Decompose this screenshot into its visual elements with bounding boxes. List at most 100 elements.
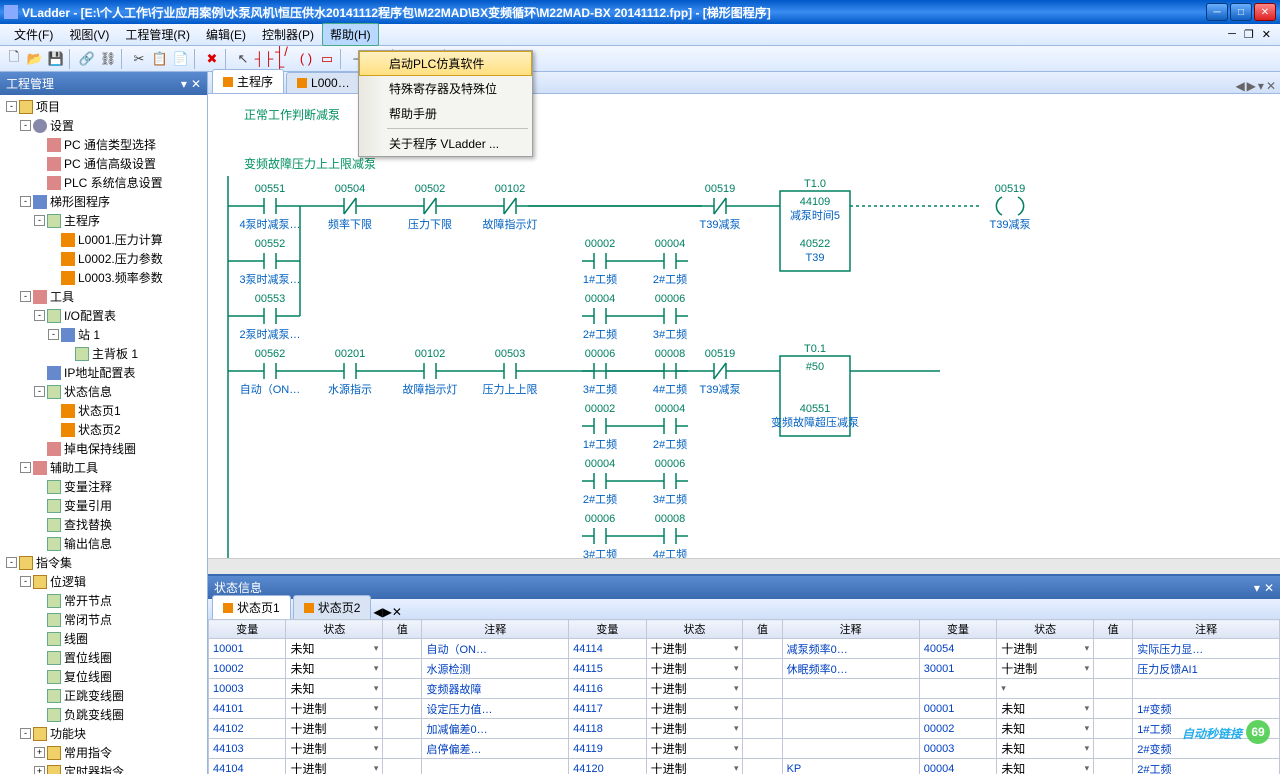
tab-prev-icon[interactable]: ◀ <box>373 605 382 619</box>
cut-icon[interactable]: ✂ <box>129 49 149 69</box>
cell[interactable]: 1#变频 <box>1133 699 1280 719</box>
cell[interactable] <box>743 739 782 759</box>
cell[interactable]: 2#变频 <box>1133 739 1280 759</box>
menu-manual[interactable]: 帮助手册 <box>359 101 532 126</box>
func-icon[interactable]: ▭ <box>317 49 337 69</box>
tree-item[interactable]: PLC 系统信息设置 <box>2 173 205 192</box>
cell[interactable]: 十进制 <box>286 739 383 759</box>
expand-icon[interactable]: - <box>20 291 31 302</box>
contact-no-icon[interactable]: ┤├ <box>254 49 274 69</box>
paste-icon[interactable]: 📄 <box>171 49 191 69</box>
save-icon[interactable]: 💾 <box>46 49 66 69</box>
link-icon[interactable]: 🔗 <box>77 49 97 69</box>
tab-next-icon[interactable]: ▶ <box>1247 79 1256 93</box>
cell[interactable]: 十进制 <box>646 699 743 719</box>
cell[interactable] <box>1094 639 1133 659</box>
tab-next-icon[interactable]: ▶ <box>383 605 392 619</box>
tree-item[interactable]: 变量引用 <box>2 496 205 515</box>
cell[interactable]: 加减偏差0… <box>422 719 569 739</box>
unlink-icon[interactable]: ⛓ <box>98 49 118 69</box>
col-header[interactable]: 值 <box>1094 620 1133 639</box>
cell[interactable] <box>383 679 422 699</box>
cell[interactable]: 10002 <box>209 659 286 679</box>
tree-item[interactable]: -项目 <box>2 97 205 116</box>
menu-project[interactable]: 工程管理(R) <box>117 23 198 46</box>
status-tab-2[interactable]: 状态页2 <box>293 595 372 619</box>
cell[interactable]: 变频器故障 <box>422 679 569 699</box>
col-header[interactable]: 状态 <box>997 620 1094 639</box>
cell[interactable]: KP <box>782 759 919 774</box>
cell[interactable]: 44120 <box>569 759 646 774</box>
cell[interactable]: 00001 <box>919 699 996 719</box>
cell[interactable]: 十进制 <box>997 659 1094 679</box>
menu-start-sim[interactable]: 启动PLC仿真软件 <box>359 51 532 76</box>
expand-icon[interactable]: - <box>20 120 31 131</box>
ladder-diagram[interactable]: 正常工作判断减泵 变频故障压力上上限减泵 005514泵时减泵…00504频率下… <box>208 94 1280 558</box>
mdi-close[interactable]: ✕ <box>1259 28 1274 41</box>
expand-icon[interactable]: - <box>48 329 59 340</box>
col-header[interactable]: 注释 <box>422 620 569 639</box>
tree-item[interactable]: +常用指令 <box>2 743 205 762</box>
cell[interactable]: 44119 <box>569 739 646 759</box>
cell[interactable]: 44114 <box>569 639 646 659</box>
minimize-button[interactable]: ─ <box>1206 3 1228 21</box>
tree-item[interactable]: L0001.压力计算 <box>2 230 205 249</box>
cell[interactable] <box>919 679 996 699</box>
delete-icon[interactable]: ✖ <box>202 49 222 69</box>
status-grid[interactable]: 变量状态值注释变量状态值注释变量状态值注释10001未知自动（ON…44114十… <box>208 619 1280 774</box>
cell[interactable]: 44117 <box>569 699 646 719</box>
cell[interactable]: 十进制 <box>646 759 743 774</box>
expand-icon[interactable]: - <box>34 215 45 226</box>
menu-about[interactable]: 关于程序 VLadder ... <box>359 131 532 156</box>
cell[interactable]: 十进制 <box>646 679 743 699</box>
tab-close-icon[interactable]: ✕ <box>1266 79 1276 93</box>
table-row[interactable]: 10002未知水源检测44115十进制休眠频率0…30001十进制压力反馈AI1 <box>209 659 1280 679</box>
tab-prev-icon[interactable]: ◀ <box>1235 79 1244 93</box>
cell[interactable] <box>743 719 782 739</box>
cell[interactable] <box>383 739 422 759</box>
tree-item[interactable]: 状态页2 <box>2 420 205 439</box>
cell[interactable]: 00002 <box>919 719 996 739</box>
cell[interactable] <box>1133 679 1280 699</box>
expand-icon[interactable]: - <box>20 728 31 739</box>
col-header[interactable]: 状态 <box>286 620 383 639</box>
cell[interactable]: 44116 <box>569 679 646 699</box>
coil-icon[interactable]: ( ) <box>296 49 316 69</box>
cell[interactable]: 未知 <box>286 679 383 699</box>
menu-controller[interactable]: 控制器(P) <box>254 23 322 46</box>
cell[interactable] <box>997 679 1094 699</box>
cell[interactable]: 2#工频 <box>1133 759 1280 774</box>
cell[interactable]: 未知 <box>286 639 383 659</box>
tree-item[interactable]: PC 通信高级设置 <box>2 154 205 173</box>
cell[interactable] <box>1094 679 1133 699</box>
open-icon[interactable]: 📂 <box>25 49 45 69</box>
cell[interactable] <box>782 719 919 739</box>
tree-item[interactable]: 掉电保持线圈 <box>2 439 205 458</box>
menu-file[interactable]: 文件(F) <box>6 23 61 46</box>
tree-item[interactable]: L0003.频率参数 <box>2 268 205 287</box>
expand-icon[interactable]: - <box>20 576 31 587</box>
expand-icon[interactable]: - <box>34 386 45 397</box>
tree-item[interactable]: -梯形图程序 <box>2 192 205 211</box>
panel-close-icon[interactable]: ✕ <box>1264 581 1274 595</box>
expand-icon[interactable]: - <box>6 101 17 112</box>
col-header[interactable]: 状态 <box>646 620 743 639</box>
cell[interactable]: 44103 <box>209 739 286 759</box>
project-tree[interactable]: -项目-设置PC 通信类型选择PC 通信高级设置PLC 系统信息设置-梯形图程序… <box>0 95 207 774</box>
menu-help[interactable]: 帮助(H) <box>322 23 379 46</box>
cell[interactable] <box>1094 759 1133 774</box>
tree-item[interactable]: 正跳变线圈 <box>2 686 205 705</box>
tree-item[interactable]: 负跳变线圈 <box>2 705 205 724</box>
cell[interactable]: 1#工频 <box>1133 719 1280 739</box>
cell[interactable]: 水源检测 <box>422 659 569 679</box>
cell[interactable]: 00003 <box>919 739 996 759</box>
cell[interactable] <box>782 739 919 759</box>
cell[interactable]: 自动（ON… <box>422 639 569 659</box>
tree-item[interactable]: 线圈 <box>2 629 205 648</box>
col-header[interactable]: 值 <box>743 620 782 639</box>
cell[interactable]: 44118 <box>569 719 646 739</box>
cell[interactable]: 30001 <box>919 659 996 679</box>
cell[interactable] <box>1094 699 1133 719</box>
table-row[interactable]: 44102十进制加减偏差0…44118十进制00002未知1#工频 <box>209 719 1280 739</box>
cell[interactable] <box>383 639 422 659</box>
